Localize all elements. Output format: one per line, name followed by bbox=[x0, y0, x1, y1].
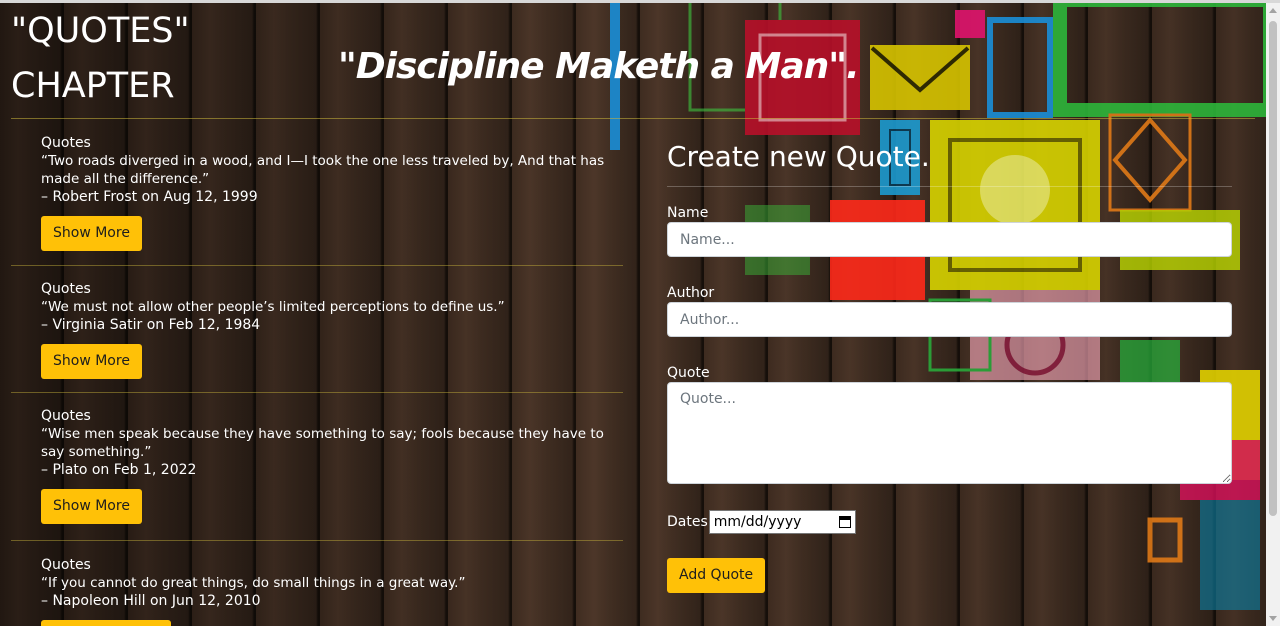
quote-card: Quotes “We must not allow other people’s… bbox=[41, 280, 623, 379]
author-input[interactable] bbox=[667, 302, 1232, 337]
site-logo[interactable]: "QUOTES" CHAPTER bbox=[11, 4, 190, 114]
scroll-up-arrow-icon[interactable] bbox=[1269, 8, 1277, 13]
show-more-button[interactable]: Show More bbox=[41, 489, 142, 524]
logo-line-2: CHAPTER bbox=[11, 66, 175, 106]
quote-divider bbox=[11, 265, 623, 266]
page-content: "QUOTES" CHAPTER "Discipline Maketh a Ma… bbox=[0, 0, 1266, 626]
name-input[interactable] bbox=[667, 222, 1232, 257]
quote-card: Quotes “Two roads diverged in a wood, an… bbox=[41, 134, 623, 251]
scroll-down-arrow-icon[interactable] bbox=[1269, 616, 1277, 621]
quote-card: Quotes “Wise men speak because they have… bbox=[41, 407, 623, 524]
quote-text: “Two roads diverged in a wood, and I—I t… bbox=[41, 153, 605, 187]
quote-divider bbox=[11, 540, 623, 541]
show-more-button[interactable]: Show More bbox=[41, 344, 142, 379]
quote-textarea[interactable] bbox=[667, 382, 1232, 484]
quote-author-date: – Plato on Feb 1, 2022 bbox=[41, 462, 197, 478]
logo-line-1: "QUOTES" bbox=[11, 11, 190, 51]
quote-heading: Quotes bbox=[41, 408, 91, 424]
calendar-icon[interactable] bbox=[838, 516, 851, 528]
header-divider bbox=[11, 118, 1255, 119]
quotes-list: Quotes “Two roads diverged in a wood, an… bbox=[11, 134, 623, 626]
quote-card: Quotes “If you cannot do great things, d… bbox=[41, 556, 623, 626]
add-quote-button[interactable]: Add Quote bbox=[667, 558, 766, 593]
author-label: Author bbox=[667, 285, 715, 301]
show-more-button[interactable]: Show More bbox=[41, 216, 142, 251]
quote-author-date: – Napoleon Hill on Jun 12, 2010 bbox=[41, 593, 261, 609]
name-label: Name bbox=[667, 205, 709, 221]
quote-heading: Quotes bbox=[41, 135, 91, 151]
form-title: Create new Quote. bbox=[667, 140, 930, 173]
quote-text: “If you cannot do great things, do small… bbox=[41, 575, 466, 591]
quote-author-date: – Robert Frost on Aug 12, 1999 bbox=[41, 189, 258, 205]
quote-label: Quote bbox=[667, 365, 710, 381]
dates-label: Dates bbox=[667, 514, 708, 530]
window-top-edge bbox=[0, 0, 1280, 3]
quote-text: “We must not allow other people’s limite… bbox=[41, 299, 505, 315]
quote-heading: Quotes bbox=[41, 557, 91, 573]
form-divider bbox=[667, 186, 1232, 187]
date-placeholder: mm/dd/yyyy bbox=[713, 514, 802, 530]
quote-divider bbox=[11, 392, 623, 393]
quote-heading: Quotes bbox=[41, 281, 91, 297]
create-quote-form: Create new Quote. Name Author Quote Date… bbox=[667, 134, 1232, 593]
quote-author-date: – Virginia Satir on Feb 12, 1984 bbox=[41, 317, 261, 333]
page-slogan: "Discipline Maketh a Man". bbox=[338, 46, 860, 87]
vertical-scrollbar[interactable] bbox=[1266, 3, 1280, 626]
quote-text: “Wise men speak because they have someth… bbox=[41, 426, 604, 460]
scrollbar-thumb[interactable] bbox=[1269, 21, 1277, 516]
dates-row: Dates mm/dd/yyyy bbox=[667, 510, 1232, 534]
show-more-button-partial[interactable] bbox=[41, 620, 171, 626]
date-picker-input[interactable]: mm/dd/yyyy bbox=[708, 510, 856, 534]
